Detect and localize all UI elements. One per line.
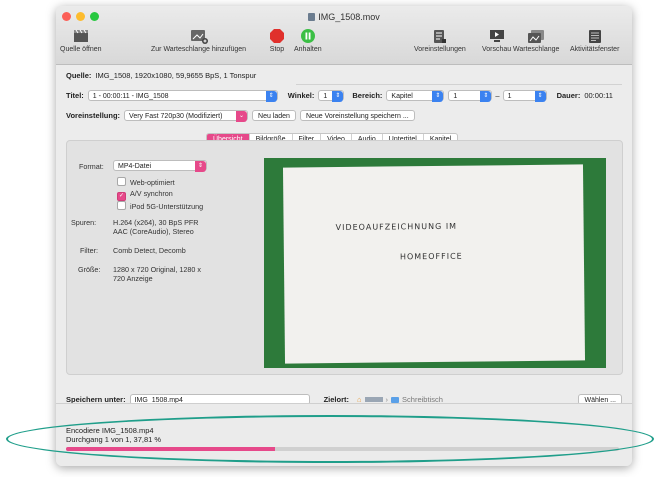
handbrake-window: IMG_1508.mov Quelle öffnen Zur Warteschl… bbox=[56, 6, 632, 466]
format-select[interactable]: MP4-Datei ⇕ bbox=[113, 160, 207, 172]
preview-frame-paper: VIDEOAUFZEICHNUNG IM HOMEOFFICE bbox=[282, 164, 586, 364]
reload-button[interactable]: Neu laden bbox=[252, 110, 296, 121]
range-to-select[interactable]: 1 ⇕ bbox=[502, 90, 547, 102]
stop-icon bbox=[269, 26, 285, 46]
ipod-label: iPod 5G-Unterstützung bbox=[130, 202, 204, 211]
window-title: IMG_1508.mov bbox=[56, 12, 632, 22]
range-to-value: 1 bbox=[507, 93, 512, 100]
filter-label: Filter: bbox=[80, 246, 98, 255]
size-value-2: 720 Anzeige bbox=[113, 274, 153, 283]
web-optimized-checkbox[interactable]: Web-optimiert bbox=[117, 177, 175, 187]
checkbox-icon bbox=[117, 201, 126, 210]
pause-label: Anhalten bbox=[294, 46, 322, 53]
chevron-updown-icon: ⇕ bbox=[432, 91, 444, 102]
source-info: IMG_1508, 1920x1080, 59,9655 BpS, 1 Tons… bbox=[95, 71, 257, 80]
range-type-value: Kapitel bbox=[391, 93, 413, 100]
duration-value: 00:00:11 bbox=[584, 91, 613, 100]
chevron-updown-icon: ⇕ bbox=[265, 91, 277, 102]
pause-button[interactable]: Anhalten bbox=[294, 26, 322, 53]
duration-label: Dauer: bbox=[556, 91, 581, 100]
source-row: Quelle: IMG_1508, 1920x1080, 59,9655 BpS… bbox=[66, 71, 622, 80]
range-type-select[interactable]: Kapitel ⇕ bbox=[386, 90, 445, 102]
divider bbox=[296, 84, 622, 85]
checkmark-icon: ✓ bbox=[117, 192, 126, 201]
stop-button[interactable]: Stop bbox=[269, 26, 285, 53]
activity-window-label: Aktivitätsfenster bbox=[570, 46, 620, 53]
angle-value: 1 bbox=[323, 93, 328, 100]
clapperboard-icon bbox=[73, 26, 89, 46]
annotation-ellipse bbox=[6, 415, 654, 463]
document-icon bbox=[308, 13, 316, 21]
chevron-updown-icon: ⇕ bbox=[534, 91, 546, 102]
title-select[interactable]: 1 - 00:00:11 - IMG_1508 ⇕ bbox=[87, 90, 278, 102]
format-value: MP4-Datei bbox=[118, 163, 152, 170]
checkbox-icon bbox=[117, 177, 126, 186]
add-photo-icon bbox=[190, 26, 208, 46]
preview-label: Vorschau bbox=[482, 46, 512, 53]
folder-icon bbox=[391, 396, 400, 403]
title-value: 1 - 00:00:11 - IMG_1508 bbox=[92, 93, 169, 100]
chevron-down-icon: ⌄ bbox=[236, 111, 248, 122]
preset-label: Voreinstellung: bbox=[66, 111, 121, 120]
toolbar: IMG_1508.mov Quelle öffnen Zur Warteschl… bbox=[56, 6, 632, 65]
activity-icon bbox=[588, 26, 602, 46]
video-preview[interactable]: VIDEOAUFZEICHNUNG IM HOMEOFFICE bbox=[264, 158, 606, 368]
chevron-updown-icon: ⇕ bbox=[332, 91, 344, 102]
av-sync-label: A/V synchron bbox=[130, 189, 173, 198]
queue-button[interactable]: Warteschlange bbox=[513, 26, 559, 53]
presets-button[interactable]: Voreinstellungen bbox=[414, 26, 466, 53]
ipod-checkbox[interactable]: iPod 5G-Unterstützung bbox=[117, 201, 203, 211]
range-dash: – bbox=[495, 91, 500, 100]
format-label: Format: bbox=[79, 162, 104, 171]
chevron-updown-icon: ⇕ bbox=[480, 91, 492, 102]
pause-icon bbox=[300, 26, 316, 46]
tracks-audio: AAC (CoreAudio), Stereo bbox=[113, 227, 194, 236]
window-title-text: IMG_1508.mov bbox=[318, 12, 380, 22]
angle-select[interactable]: 1 ⇕ bbox=[318, 90, 345, 102]
presets-icon bbox=[433, 26, 447, 46]
activity-window-button[interactable]: Aktivitätsfenster bbox=[570, 26, 619, 53]
size-value-1: 1280 x 720 Original, 1280 x bbox=[113, 265, 201, 274]
save-new-preset-button[interactable]: Neue Voreinstellung speichern ... bbox=[299, 110, 415, 121]
queue-icon bbox=[527, 26, 545, 46]
screen-icon bbox=[489, 26, 505, 46]
tracks-video: H.264 (x264), 30 BpS PFR bbox=[113, 218, 199, 227]
add-to-queue-label: Zur Warteschlange hinzufügen bbox=[151, 46, 247, 53]
open-source-label: Quelle öffnen bbox=[60, 46, 102, 53]
source-label: Quelle: bbox=[66, 71, 92, 80]
web-optimized-label: Web-optimiert bbox=[130, 178, 175, 187]
angle-label: Winkel: bbox=[287, 91, 315, 100]
preset-row: Voreinstellung: Very Fast 720p30 (Modifi… bbox=[66, 110, 622, 122]
range-label: Bereich: bbox=[352, 91, 383, 100]
title-row: Titel: 1 - 00:00:11 - IMG_1508 ⇕ Winkel:… bbox=[66, 90, 622, 102]
tracks-label: Spuren: bbox=[71, 218, 97, 227]
preset-value: Very Fast 720p30 (Modifiziert) bbox=[129, 113, 223, 120]
preview-text-line2: HOMEOFFICE bbox=[399, 251, 463, 262]
path-segment bbox=[364, 397, 383, 402]
preview-text-line1: VIDEOAUFZEICHNUNG IM bbox=[335, 221, 458, 233]
presets-label: Voreinstellungen bbox=[414, 46, 466, 53]
filter-value: Comb Detect, Decomb bbox=[113, 246, 186, 255]
stop-label: Stop bbox=[269, 46, 285, 53]
range-from-value: 1 bbox=[453, 93, 458, 100]
open-source-button[interactable]: Quelle öffnen bbox=[60, 26, 102, 53]
add-to-queue-button[interactable]: Zur Warteschlange hinzufügen bbox=[151, 26, 246, 53]
av-sync-checkbox[interactable]: ✓ A/V synchron bbox=[117, 189, 173, 201]
size-label: Größe: bbox=[78, 265, 101, 274]
summary-panel: Format: MP4-Datei ⇕ Web-optimiert ✓ A/V s… bbox=[66, 140, 623, 375]
range-from-select[interactable]: 1 ⇕ bbox=[448, 90, 493, 102]
preview-button[interactable]: Vorschau bbox=[482, 26, 511, 53]
title-label: Titel: bbox=[66, 91, 84, 100]
preset-select[interactable]: Very Fast 720p30 (Modifiziert) ⌄ bbox=[124, 110, 249, 122]
queue-label: Warteschlange bbox=[513, 46, 560, 53]
chevron-updown-icon: ⇕ bbox=[195, 161, 206, 172]
